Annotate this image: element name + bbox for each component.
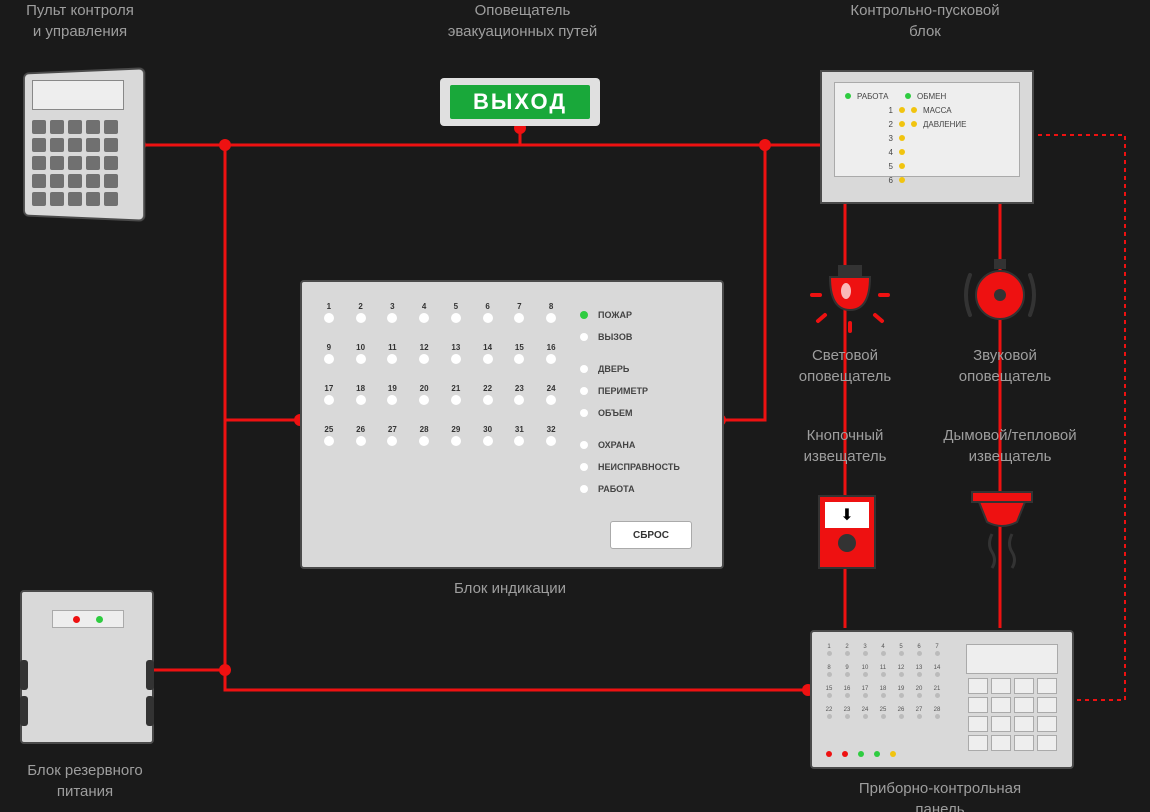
sound-notifier-icon xyxy=(960,255,1040,335)
label-ctrlblock: Контрольно-пусковойблок xyxy=(790,0,1060,42)
label-control-panel: Приборно-контрольнаяпанель xyxy=(810,778,1070,812)
smoke-detector-icon xyxy=(967,490,1037,540)
reset-button[interactable]: СБРОС xyxy=(610,521,692,549)
light-notifier-icon xyxy=(810,255,890,335)
label-keypad: Пульт контроляи управления xyxy=(0,0,160,42)
label-button-detector: Кнопочныйизвещатель xyxy=(780,425,910,467)
label-exit: Оповещательэвакуационных путей xyxy=(420,0,625,42)
label-smoke-detector: Дымовой/тепловойизвещатель xyxy=(930,425,1090,467)
exit-sign-text: ВЫХОД xyxy=(450,85,590,119)
diagram-stage: Пульт контроляи управления Оповещательэв… xyxy=(0,0,1150,812)
label-sound-notifier: Звуковойоповещатель xyxy=(940,345,1070,387)
control-keypad-device xyxy=(20,70,140,215)
indication-block-device: 1234567891011121314151617181920212223242… xyxy=(300,280,724,569)
wire-node xyxy=(219,664,231,676)
exit-sign-device: ВЫХОД xyxy=(440,78,600,126)
backup-power-device xyxy=(20,590,154,744)
wire-node xyxy=(759,139,771,151)
control-start-block-device: РАБОТАОБМЕН1МАССА2ДАВЛЕНИЕ3456 xyxy=(820,70,1034,204)
control-panel-device: 1234567891011121314151617181920212223242… xyxy=(810,630,1074,769)
label-backup: Блок резервногопитания xyxy=(0,760,170,802)
label-light-notifier: Световойоповещатель xyxy=(780,345,910,387)
wire-node xyxy=(219,139,231,151)
down-arrow-icon: ⬇ xyxy=(840,505,853,525)
label-indication: Блок индикации xyxy=(430,578,590,599)
button-detector-icon: ⬇ xyxy=(818,495,876,569)
